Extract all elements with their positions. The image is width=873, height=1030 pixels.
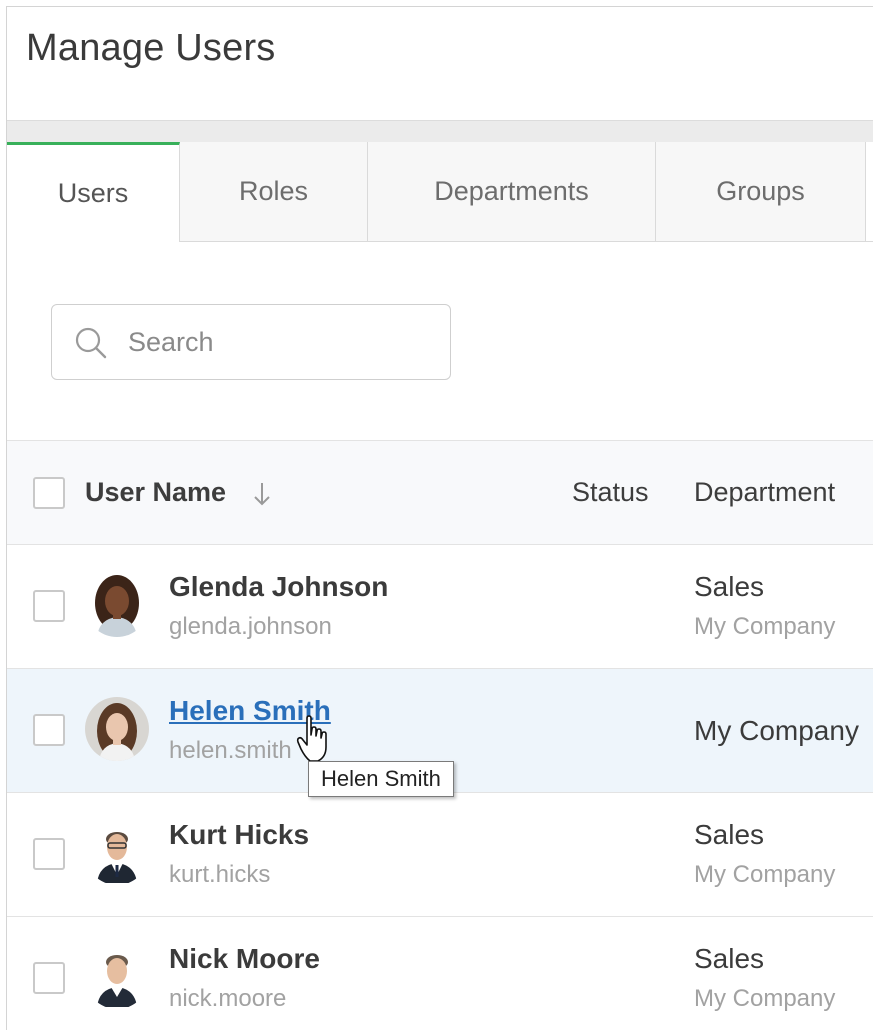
header-divider-band [7, 120, 873, 142]
hand-pointer-cursor-icon [296, 715, 327, 762]
row-checkbox[interactable] [33, 838, 65, 870]
user-login: kurt.hicks [169, 861, 271, 888]
grid-header: User Name Status Department [7, 440, 873, 545]
search-icon [75, 327, 107, 359]
sort-descending-icon[interactable] [250, 479, 274, 509]
user-login: helen.smith [169, 737, 292, 764]
users-grid: User Name Status Department Glenda Johns… [7, 440, 873, 1030]
table-row[interactable]: Glenda Johnson glenda.johnson Sales My C… [7, 545, 873, 669]
page-header: Manage Users [7, 7, 873, 120]
table-row[interactable]: Kurt Hicks kurt.hicks Sales My Company [7, 793, 873, 917]
tooltip: Helen Smith [308, 761, 454, 797]
user-company: My Company [694, 985, 836, 1012]
user-company: My Company [694, 613, 836, 640]
user-login: glenda.johnson [169, 613, 332, 640]
column-header-department[interactable]: Department [694, 477, 835, 508]
user-company: My Company [694, 861, 836, 888]
user-login: nick.moore [169, 985, 287, 1012]
row-checkbox[interactable] [33, 962, 65, 994]
tab-users[interactable]: Users [7, 142, 180, 242]
user-department: Sales [694, 571, 765, 602]
avatar [85, 945, 149, 1009]
user-name[interactable]: Nick Moore [169, 943, 320, 975]
page-title: Manage Users [26, 27, 276, 69]
user-department: Sales [694, 819, 765, 850]
tab-roles[interactable]: Roles [180, 142, 368, 242]
tab-bar: Users Roles Departments Groups [7, 142, 873, 242]
user-department: Sales [694, 943, 765, 974]
user-company: My Company [694, 715, 859, 746]
avatar [85, 573, 149, 637]
avatar [85, 697, 149, 761]
column-header-user-name[interactable]: User Name [85, 477, 226, 508]
select-all-checkbox[interactable] [33, 477, 65, 509]
tab-bar-filler [866, 142, 873, 242]
user-name[interactable]: Glenda Johnson [169, 571, 388, 603]
column-header-status[interactable]: Status [572, 477, 649, 508]
row-checkbox[interactable] [33, 714, 65, 746]
avatar [85, 821, 149, 885]
manage-users-window: Manage Users Users Roles Departments Gro… [6, 6, 873, 1030]
user-name[interactable]: Kurt Hicks [169, 819, 309, 851]
tab-departments[interactable]: Departments [368, 142, 656, 242]
tab-groups[interactable]: Groups [656, 142, 866, 242]
search-box[interactable] [51, 304, 451, 380]
table-row[interactable]: Nick Moore nick.moore Sales My Company [7, 917, 873, 1030]
search-input[interactable] [128, 319, 428, 365]
row-checkbox[interactable] [33, 590, 65, 622]
